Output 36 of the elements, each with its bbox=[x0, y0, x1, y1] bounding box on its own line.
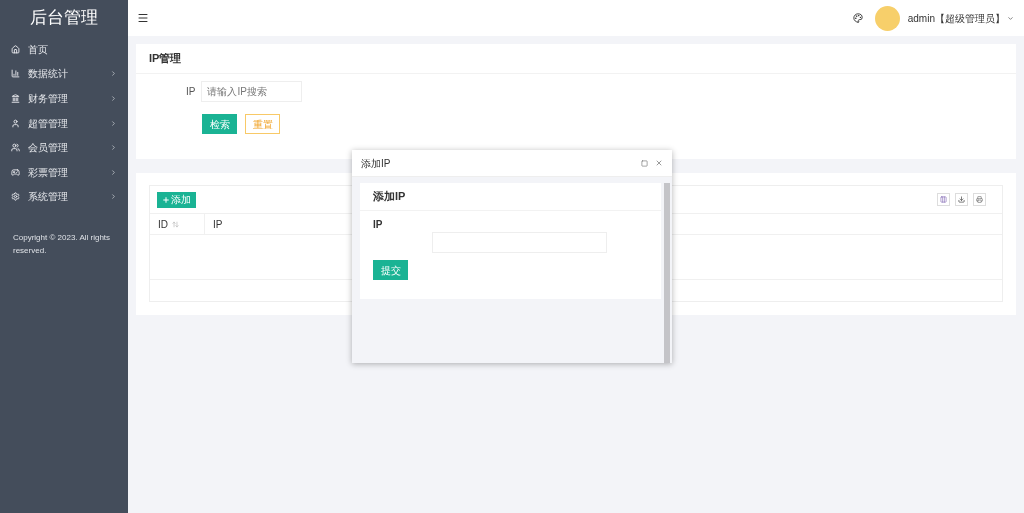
bank-icon bbox=[11, 94, 20, 103]
sidebar-item[interactable]: 数据统计 bbox=[0, 61, 128, 87]
dialog-title: 添加IP bbox=[361, 156, 392, 171]
column-header[interactable]: ID bbox=[158, 216, 168, 232]
sidebar-item[interactable]: 会员管理 bbox=[0, 135, 128, 160]
settings-icon bbox=[11, 192, 20, 202]
avatar[interactable] bbox=[874, 5, 900, 31]
panel-title: 添加IP bbox=[360, 183, 661, 211]
sort-icon[interactable] bbox=[172, 220, 179, 228]
caret-icon bbox=[1007, 14, 1014, 22]
palette-icon[interactable] bbox=[852, 13, 863, 23]
users-icon bbox=[11, 143, 20, 153]
sidebar-item[interactable]: 首页 bbox=[0, 37, 128, 62]
panel-title: IP管理 bbox=[136, 44, 1016, 74]
print-icon[interactable] bbox=[973, 193, 986, 206]
gamepad-icon bbox=[11, 167, 20, 177]
home-icon bbox=[11, 44, 20, 54]
sidebar-item[interactable]: 系统管理 bbox=[0, 184, 128, 210]
field-label: IP bbox=[186, 85, 196, 99]
user-menu[interactable]: admin【超级管理员】 bbox=[907, 10, 1014, 26]
app-title: 后台管理 bbox=[29, 7, 99, 30]
bar-chart-icon bbox=[11, 69, 20, 79]
columns-icon[interactable] bbox=[937, 193, 950, 206]
maximize-icon[interactable] bbox=[641, 159, 648, 167]
plus-icon bbox=[162, 195, 170, 204]
user-icon bbox=[11, 118, 20, 128]
sidebar-item[interactable]: 超管管理 bbox=[0, 110, 128, 136]
export-icon[interactable] bbox=[955, 193, 968, 206]
sidebar-item[interactable]: 彩票管理 bbox=[0, 159, 128, 185]
copyright-text: Copyright © 2023. All rights reserved. bbox=[12, 232, 112, 258]
input-field[interactable]: 请输入IP搜索 bbox=[201, 81, 303, 102]
close-icon[interactable] bbox=[655, 159, 663, 167]
sidebar-item[interactable]: 财务管理 bbox=[0, 86, 128, 111]
column-header[interactable]: IP bbox=[213, 216, 223, 232]
menu-icon[interactable] bbox=[137, 12, 149, 24]
field-label: IP bbox=[372, 218, 384, 232]
